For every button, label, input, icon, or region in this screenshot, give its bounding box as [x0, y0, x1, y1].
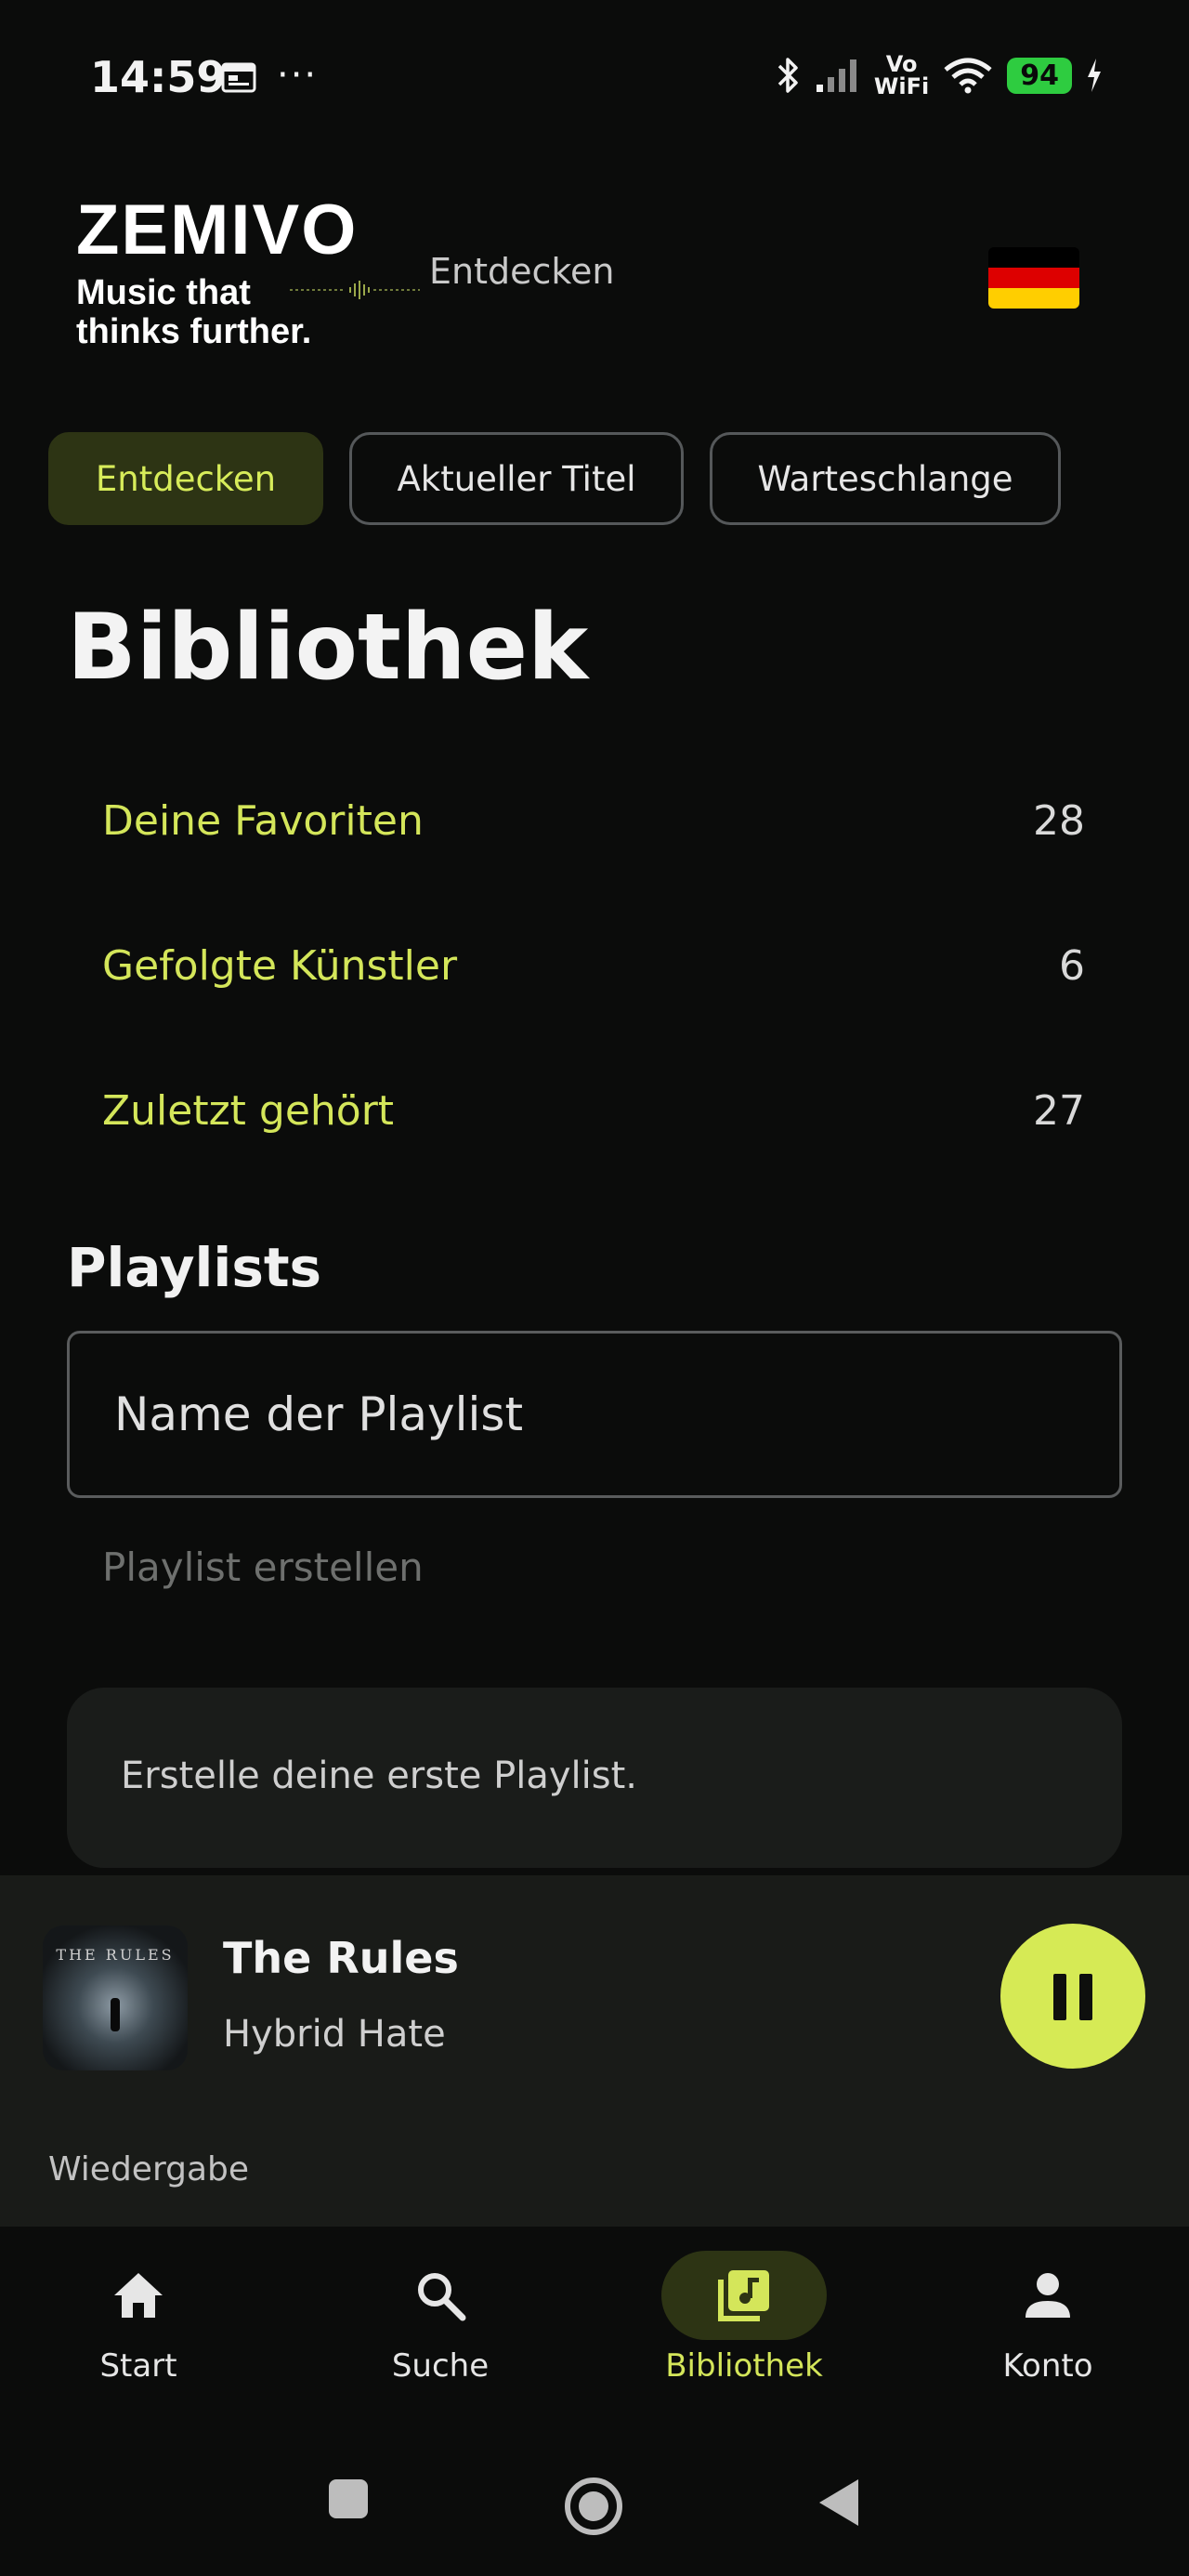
- home-icon: [114, 2273, 163, 2318]
- track-artist[interactable]: Hybrid Hate: [223, 2013, 446, 2056]
- create-playlist-button[interactable]: Playlist erstellen: [102, 1544, 424, 1590]
- status-icons: Vo WiFi 94: [774, 52, 1104, 99]
- library-row-label: Zuletzt gehört: [102, 1087, 395, 1135]
- signal-icon: [816, 59, 856, 92]
- nav-pill-active: [661, 2251, 827, 2340]
- brand-name: ZEMIVO: [76, 191, 359, 269]
- album-cover[interactable]: THE RULES: [43, 1925, 188, 2070]
- top-tabs: Entdecken Aktueller Titel Warteschlange: [48, 432, 1061, 525]
- status-time: 14:59: [90, 52, 227, 102]
- tab-entdecken[interactable]: Entdecken: [48, 432, 323, 525]
- playlists-heading: Playlists: [67, 1236, 322, 1299]
- nav-item-library[interactable]: Bibliothek: [651, 2251, 837, 2385]
- nav-label: Start: [99, 2347, 177, 2385]
- library-row-label: Gefolgte Künstler: [102, 942, 458, 990]
- flag-stripe-red: [988, 268, 1079, 288]
- more-notifications-icon: ···: [277, 54, 319, 97]
- app-screen: 14:59 ··· Vo WiFi 94 ZEMIVO Music that t…: [0, 0, 1189, 2576]
- nav-label: Suche: [391, 2347, 490, 2385]
- empty-playlists-message: Erstelle deine erste Playlist.: [121, 1755, 637, 1797]
- back-icon[interactable]: [816, 2476, 862, 2530]
- status-bar: 14:59 ··· Vo WiFi 94: [0, 0, 1189, 139]
- pause-icon: [1053, 1974, 1066, 2020]
- nav-label: Konto: [1002, 2347, 1093, 2385]
- flag-stripe-gold: [988, 288, 1079, 309]
- nav-item-start[interactable]: Start: [46, 2251, 231, 2385]
- library-row-count: 6: [1059, 942, 1085, 990]
- bottom-navigation: Start Suche Bibliothek Konto: [0, 2227, 1189, 2440]
- track-title[interactable]: The Rules: [223, 1933, 459, 1983]
- library-row-followed-artists[interactable]: Gefolgte Künstler 6: [102, 942, 1085, 990]
- nav-pill: [358, 2251, 523, 2340]
- playback-label: Wiedergabe: [48, 2150, 250, 2188]
- nav-label: Bibliothek: [665, 2347, 823, 2385]
- playlist-name-input[interactable]: [67, 1331, 1122, 1498]
- flag-stripe-black: [988, 247, 1079, 268]
- home-system-icon[interactable]: [561, 2474, 626, 2539]
- library-row-recently-played[interactable]: Zuletzt gehört 27: [102, 1087, 1085, 1135]
- nav-item-account[interactable]: Konto: [955, 2251, 1141, 2385]
- search-icon: [418, 2273, 466, 2321]
- library-music-icon: [718, 2270, 769, 2321]
- system-navigation-bar: [0, 2440, 1189, 2576]
- tab-queue[interactable]: Warteschlange: [710, 432, 1061, 525]
- language-flag-icon[interactable]: [988, 247, 1079, 309]
- brand-logo[interactable]: ZEMIVO Music that thinks further.: [76, 191, 420, 351]
- library-row-count: 28: [1033, 797, 1085, 845]
- pause-button[interactable]: [1000, 1924, 1145, 2069]
- nav-pill: [965, 2251, 1130, 2340]
- vowifi-indicator: Vo WiFi: [873, 51, 930, 99]
- recents-icon[interactable]: [327, 2477, 370, 2520]
- library-row-label: Deine Favoriten: [102, 797, 424, 845]
- library-row-count: 27: [1033, 1087, 1085, 1135]
- nav-pill: [56, 2251, 221, 2340]
- library-row-favorites[interactable]: Deine Favoriten 28: [102, 797, 1085, 845]
- bluetooth-icon: [777, 58, 798, 93]
- album-cover-figure: [111, 1998, 120, 2031]
- calendar-icon: [221, 62, 256, 93]
- page-title: Bibliothek: [67, 595, 589, 701]
- tab-current-track[interactable]: Aktueller Titel: [349, 432, 684, 525]
- now-playing-bar[interactable]: THE RULES The Rules Hybrid Hate Wiederga…: [0, 1875, 1189, 2227]
- account-icon: [1026, 2273, 1070, 2318]
- battery-icon: 94: [1007, 57, 1072, 94]
- wifi-icon: [944, 58, 992, 94]
- album-cover-text: THE RULES: [56, 1946, 175, 1964]
- empty-playlists-card: Erstelle deine erste Playlist.: [67, 1688, 1122, 1868]
- nav-item-search[interactable]: Suche: [347, 2251, 533, 2385]
- charging-icon: [1088, 59, 1101, 92]
- header-discover-link[interactable]: Entdecken: [429, 251, 615, 292]
- pause-icon-bar: [1079, 1974, 1092, 2020]
